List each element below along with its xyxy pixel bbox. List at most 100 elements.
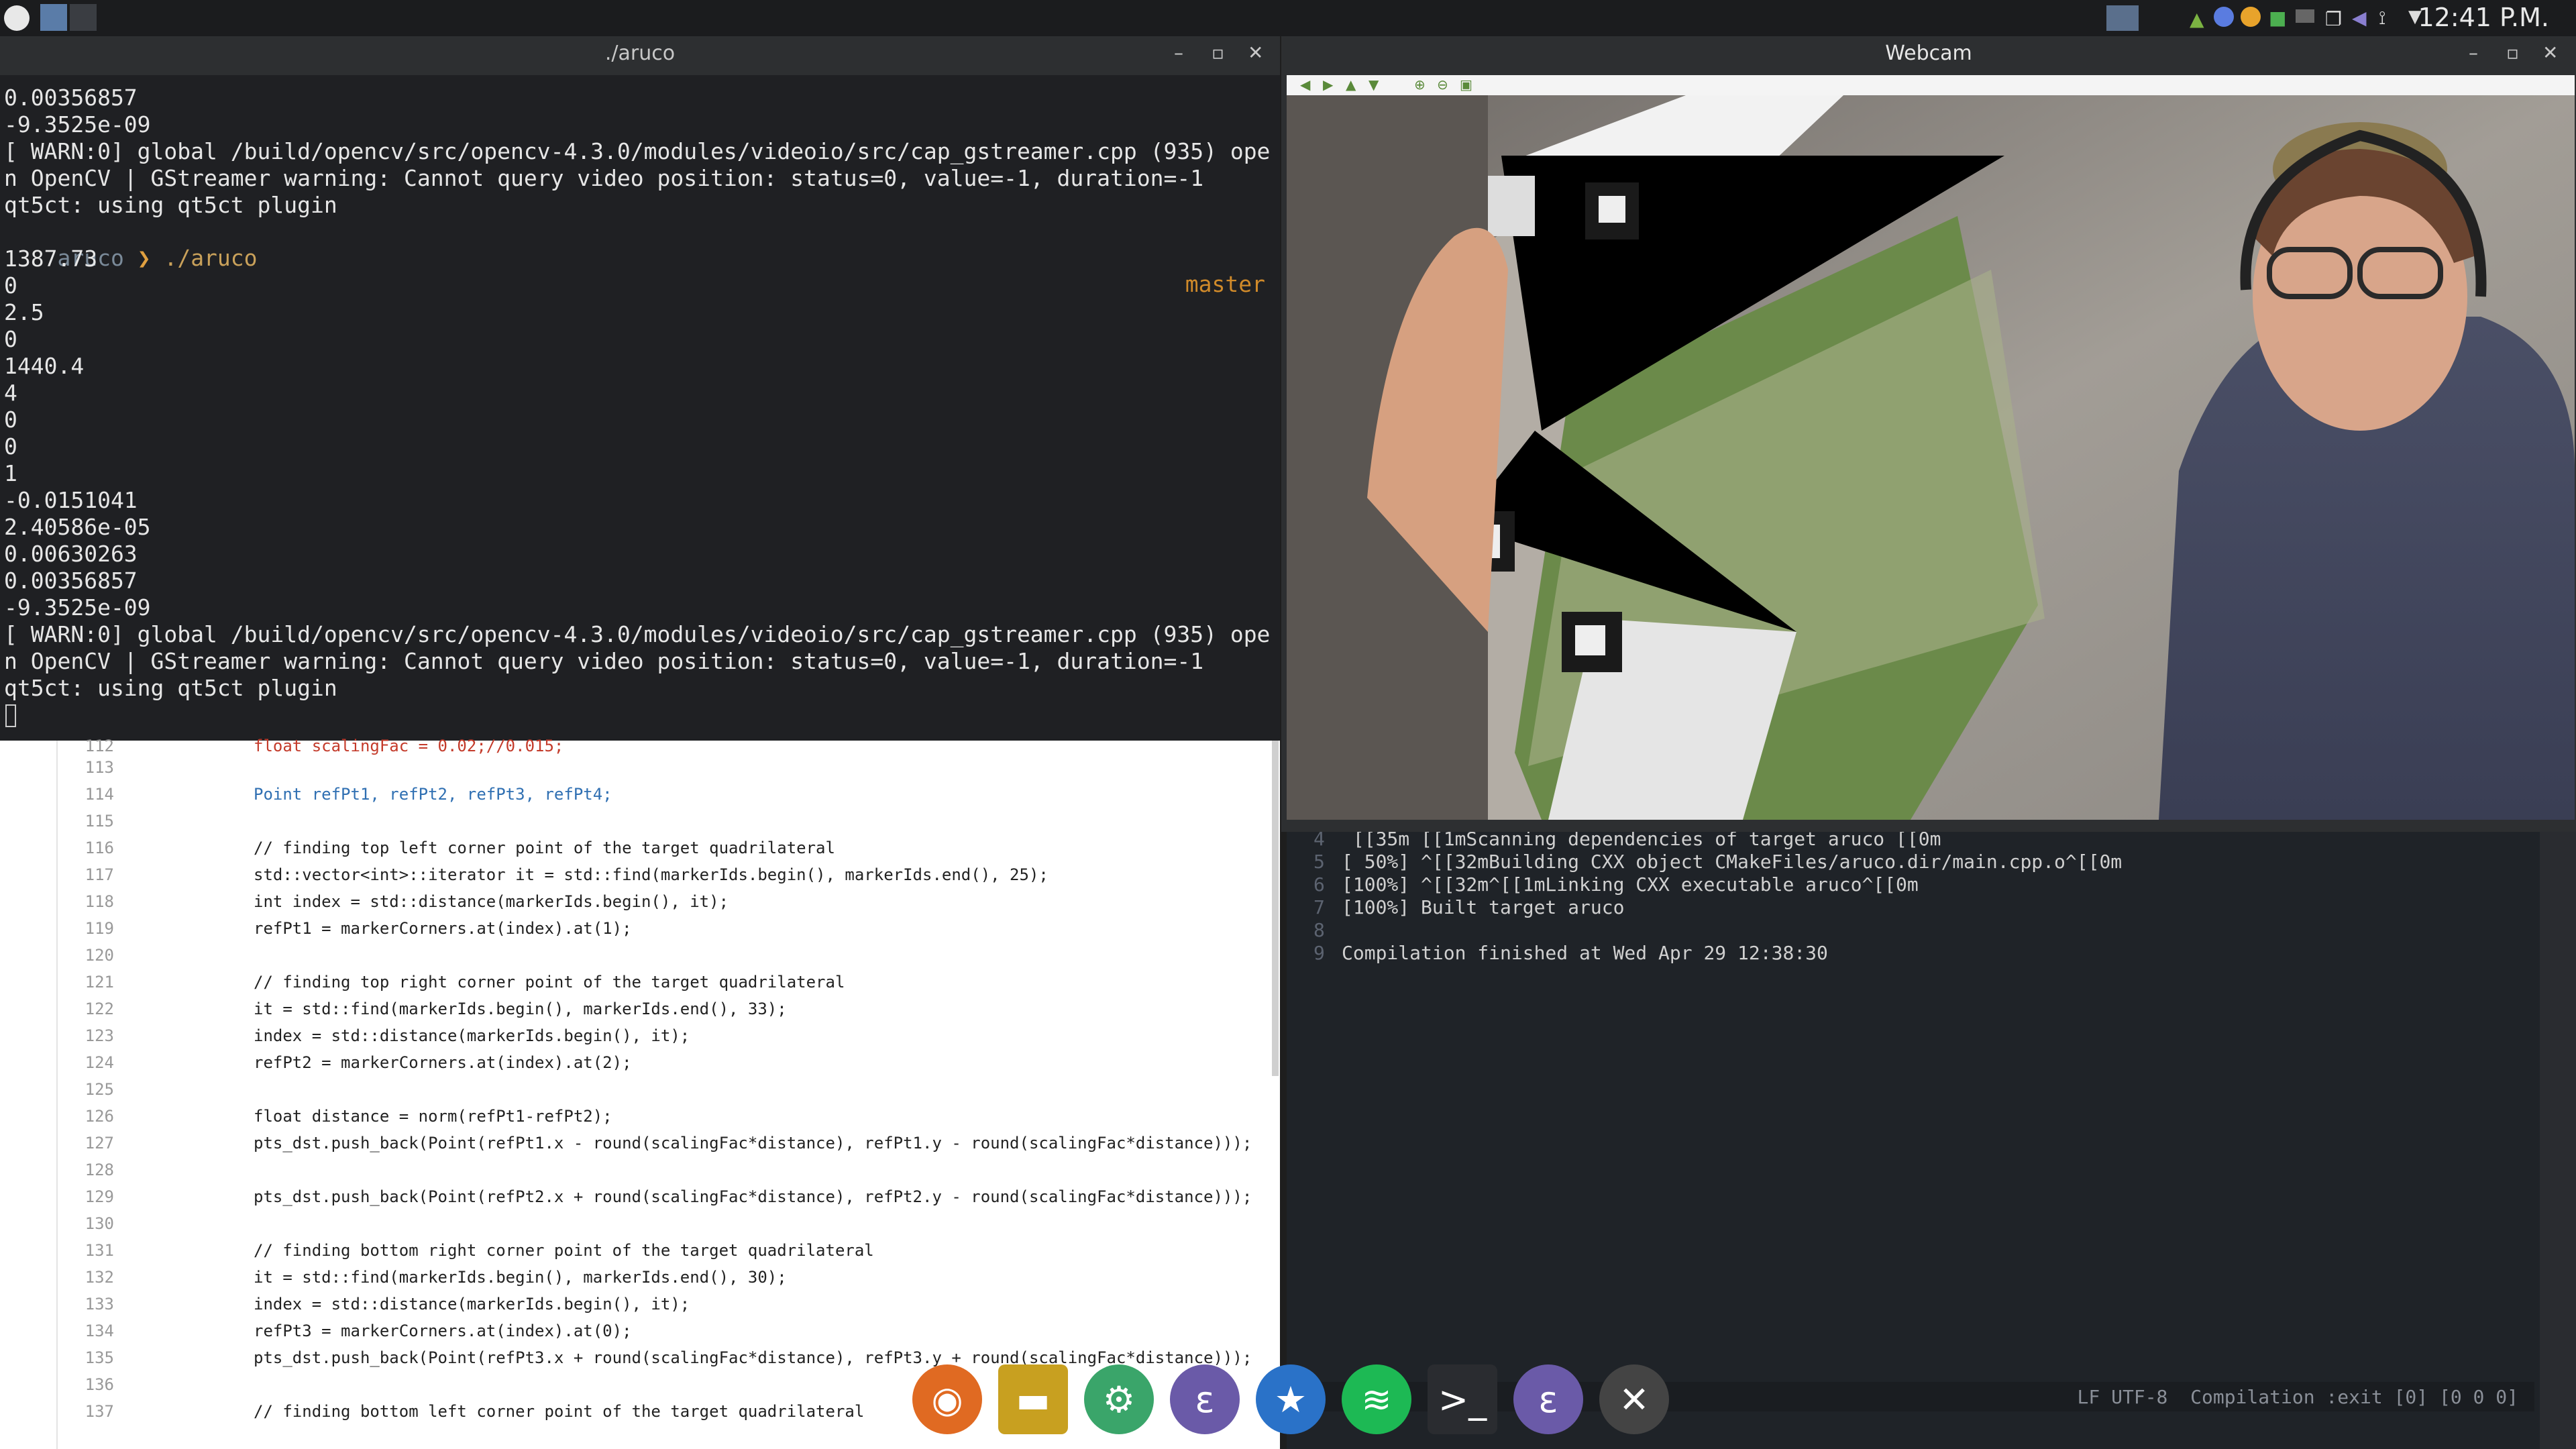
spotify-icon[interactable]: ≋ [1342,1364,1411,1434]
code-line: int index = std::distance(markerIds.begi… [254,892,729,911]
terminal-line: [ WARN:0] global /build/opencv/src/openc… [4,621,1271,647]
terminal-line: 0 [4,326,17,352]
pan-left-icon[interactable]: ◀ [1300,76,1310,93]
terminal-line: qt5ct: using qt5ct plugin [4,192,337,218]
code-line: Point refPt1, refPt2, refPt3, refPt4; [254,785,612,804]
code-line: pts_dst.push_back(Point(refPt2.x + round… [254,1187,1252,1206]
terminal-line: -0.0151041 [4,487,138,513]
clipboard-icon[interactable]: ❐ [2325,8,2342,30]
pan-down-icon[interactable]: ▼ [1368,76,1379,93]
code-line: it = std::find(markerIds.begin(), marker… [254,1000,787,1018]
line-number: 125 [85,1080,114,1099]
terminal-line: [ WARN:0] global /build/opencv/src/openc… [4,138,1271,164]
terminal-line: 0.00356857 [4,568,138,594]
line-number: 123 [85,1026,114,1045]
save-icon[interactable]: ▣ [1460,76,1472,93]
dock: ◉ ▬ ⚙ ɛ ★ ≋ >_ ɛ ✕ [899,1355,1677,1449]
code-line: refPt1 = markerCorners.at(index).at(1); [254,919,632,938]
line-number: 116 [85,839,114,857]
close-icon[interactable]: ✕ [2542,42,2558,64]
workspace-switcher[interactable] [40,4,97,32]
minimize-icon[interactable]: – [1174,42,1183,64]
terminal-line: 0 [4,433,17,460]
battery-icon[interactable] [2296,9,2314,23]
maximize-icon[interactable]: ▫ [1212,42,1224,64]
prompt-arrow: ❯ [137,245,151,271]
top-panel: ▲ ■ ❐ ◀ ⟟ ▼ 12:41 P.M. [0,0,2576,36]
pan-up-icon[interactable]: ▲ [1346,76,1356,93]
app-menu-icon[interactable] [4,5,30,31]
files-icon[interactable]: ▬ [998,1364,1068,1434]
terminal-icon[interactable]: >_ [1428,1364,1497,1434]
compile-output-line: [100%] Built target aruco [1342,896,1625,918]
terminal-line: 0 [4,407,17,433]
code-comment: // finding top left corner point of the … [254,839,835,857]
kstars-icon[interactable]: ★ [1256,1364,1326,1434]
minimize-icon[interactable]: – [2469,42,2478,64]
system-tray[interactable]: ▲ ■ ❐ ◀ ⟟ ▼ [2106,5,2442,32]
compile-output-line: [ 50%] ^[[32mBuilding CXX object CMakeFi… [1342,851,2123,873]
workspace-icon[interactable] [2106,5,2139,31]
code-line: refPt3 = markerCorners.at(index).at(0); [254,1322,632,1340]
compile-finished-line: Compilation finished at Wed Apr 29 12:38… [1342,942,1828,964]
terminal-line: 1440.4 [4,353,85,379]
emacs-icon[interactable]: ɛ [1513,1364,1583,1434]
line-number: 115 [85,812,114,830]
terminal-line: n OpenCV | GStreamer warning: Cannot que… [4,648,1204,674]
emacs-side-edge [2540,825,2576,1449]
line-number: 7 [1313,896,1325,918]
line-number: 118 [85,892,114,911]
line-number: 8 [1313,919,1325,941]
terminal-titlebar[interactable]: ./aruco – ▫ ✕ [0,36,1280,75]
line-number: 127 [85,1134,114,1152]
network-icon[interactable]: ⟟ [2379,7,2385,30]
nvidia-icon[interactable]: ▲ [2190,8,2204,30]
shell-prompt: aruco ❯ ./aruco master [4,219,1265,323]
code-line: it = std::find(markerIds.begin(), marker… [254,1268,787,1287]
x-icon[interactable]: ✕ [1599,1364,1669,1434]
code-line: float scalingFac = 0.02;//0.015; [254,737,564,755]
line-number: 136 [85,1375,114,1394]
line-number: 129 [85,1187,114,1206]
emacs-icon[interactable]: ɛ [1170,1364,1240,1434]
firefox-icon[interactable]: ◉ [912,1364,982,1434]
terminal-line: 1 [4,460,17,486]
terminal-line: 0.00630263 [4,541,138,567]
terminal-line: 0.00356857 [4,85,138,111]
window-title: ./aruco [604,42,676,65]
volume-icon[interactable]: ◀ [2352,7,2367,29]
media-icon[interactable] [2241,7,2261,27]
line-number: 134 [85,1322,114,1340]
code-comment: // finding bottom right corner point of … [254,1241,874,1260]
code-line: std::vector<int>::iterator it = std::fin… [254,865,1049,884]
webcam-feed [1287,95,2575,820]
settings-icon[interactable]: ⚙ [1084,1364,1154,1434]
clock[interactable]: 12:41 P.M. [2418,3,2549,32]
editor-scrollbar[interactable] [1272,741,1279,1076]
terminal-line: 0 [4,272,17,299]
terminal-body[interactable]: 0.00356857 -9.3525e-09 [ WARN:0] global … [0,75,1280,741]
line-number: 113 [85,758,114,777]
zoom-in-icon[interactable]: ⊕ [1414,76,1426,93]
line-number: 128 [85,1161,114,1179]
window-title: Webcam [1885,42,1972,65]
line-number: 130 [85,1214,114,1233]
line-number: 132 [85,1268,114,1287]
line-number: 131 [85,1241,114,1260]
prompt-command: ./aruco [164,245,258,271]
code-editor[interactable]: 112 113 114 115 116 117 118 119 120 121 … [0,737,1280,1449]
code-line: refPt2 = markerCorners.at(index).at(2); [254,1053,632,1072]
bitwarden-icon[interactable] [2214,7,2234,27]
webcam-titlebar[interactable]: Webcam – ▫ ✕ [1281,36,2576,75]
terminal-line: qt5ct: using qt5ct plugin [4,675,337,701]
modeline-status: LF UTF-8 Compilation :exit [0] [0 0 0] [2077,1386,2518,1408]
lock-icon[interactable]: ■ [2269,7,2286,29]
line-number: 133 [85,1295,114,1313]
line-number: 126 [85,1107,114,1126]
zoom-out-icon[interactable]: ⊖ [1437,76,1448,93]
pan-right-icon[interactable]: ▶ [1323,76,1333,93]
maximize-icon[interactable]: ▫ [2506,42,2519,64]
line-number: 119 [85,919,114,938]
line-number: 124 [85,1053,114,1072]
close-icon[interactable]: ✕ [1248,42,1263,64]
